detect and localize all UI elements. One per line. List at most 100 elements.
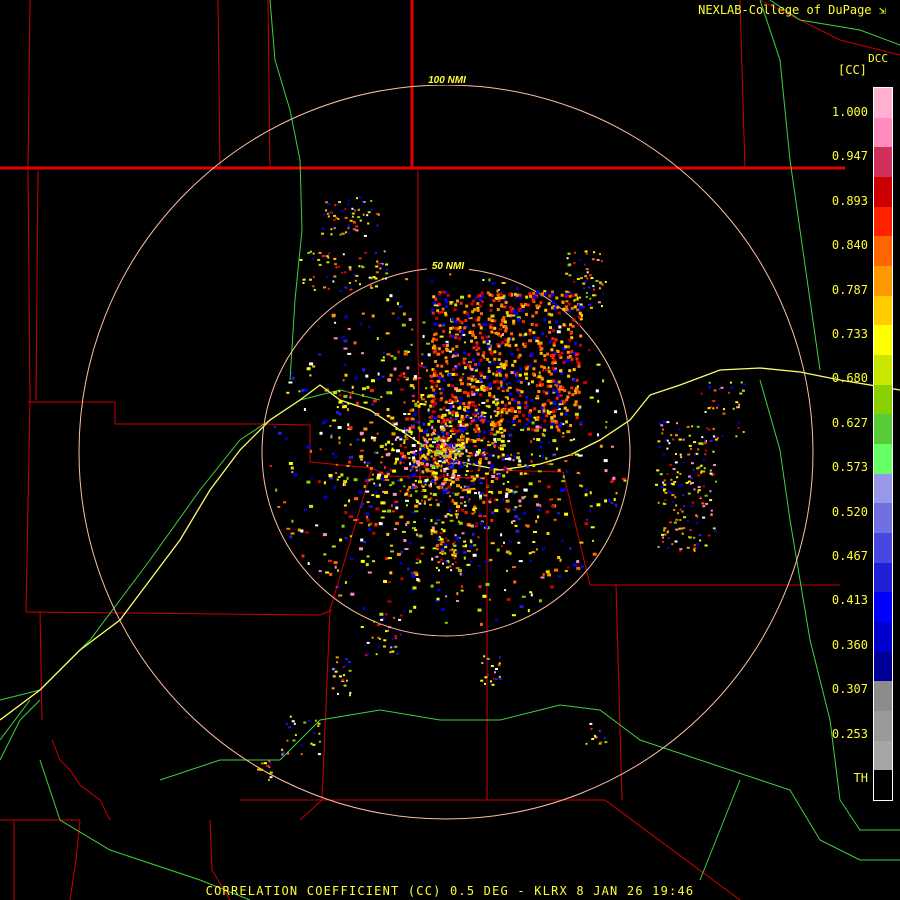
echo-pixel (408, 485, 412, 489)
echo-pixel (385, 332, 390, 335)
echo-pixel (303, 508, 307, 511)
echo-pixel (657, 501, 660, 504)
echo-pixel (456, 505, 460, 509)
echo-pixel (357, 216, 361, 219)
echo-pixel (289, 535, 293, 539)
echo-pixel (425, 369, 428, 372)
echo-pixel (674, 461, 678, 464)
echo-pixel (537, 428, 539, 432)
echo-pixel (420, 552, 424, 555)
echo-pixel (442, 428, 446, 432)
echo-pixel (347, 423, 350, 427)
echo-pixel (702, 470, 706, 473)
echo-pixel (448, 373, 452, 377)
echo-pixel (461, 488, 465, 492)
echo-pixel (455, 389, 459, 393)
echo-pixel (437, 302, 441, 306)
echo-pixel (445, 305, 448, 308)
echo-pixel (559, 558, 562, 562)
echo-pixel (694, 453, 696, 456)
echo-pixel (523, 488, 528, 492)
echo-pixel (335, 266, 338, 269)
echo-pixel (522, 413, 526, 417)
range-ring-label: 50 NMI (432, 261, 464, 272)
echo-pixel (323, 420, 328, 422)
echo-pixel (599, 444, 603, 448)
echo-pixel (713, 389, 717, 392)
echo-pixel (503, 408, 507, 412)
echo-pixel (594, 294, 597, 297)
echo-pixel (454, 456, 457, 458)
echo-pixel (661, 486, 664, 489)
echo-pixel (472, 346, 476, 350)
echo-pixel (596, 503, 601, 507)
echo-pixel (344, 286, 348, 289)
echo-pixel (454, 336, 458, 340)
echo-pixel (444, 621, 448, 624)
echo-pixel (477, 565, 481, 568)
echo-pixel (331, 211, 334, 214)
echo-pixel (705, 449, 707, 452)
echo-pixel (589, 491, 592, 495)
echo-pixel (363, 541, 367, 544)
echo-pixel (597, 399, 600, 403)
echo-pixel (430, 400, 434, 404)
echo-pixel (517, 406, 522, 410)
echo-pixel (493, 440, 497, 443)
echo-pixel (700, 392, 703, 395)
echo-pixel (285, 723, 288, 726)
echo-pixel (449, 448, 454, 451)
echo-pixel (440, 364, 444, 368)
echo-pixel (555, 390, 559, 394)
echo-pixel (518, 410, 521, 414)
echo-pixel (395, 457, 399, 461)
echo-pixel (336, 406, 339, 409)
echo-pixel (299, 258, 303, 261)
echo-pixel (451, 553, 454, 556)
echo-pixel (576, 471, 580, 474)
echo-pixel (477, 467, 481, 469)
echo-pixel (427, 448, 430, 452)
echo-pixel (570, 291, 573, 294)
echo-pixel (483, 357, 486, 360)
echo-pixel (348, 499, 351, 503)
echo-pixel (516, 452, 520, 455)
echo-pixel (565, 398, 569, 402)
echo-pixel (297, 528, 301, 532)
legend-label: TH (853, 771, 868, 785)
echo-pixel (337, 218, 340, 220)
echo-pixel (551, 293, 555, 297)
echo-pixel (680, 456, 683, 459)
echo-pixel (454, 555, 457, 558)
echo-pixel (468, 440, 473, 443)
echo-pixel (332, 668, 335, 671)
echo-pixel (403, 350, 408, 353)
echo-pixel (385, 630, 387, 633)
echo-pixel (345, 658, 349, 661)
echo-pixel (547, 302, 551, 306)
echo-pixel (448, 411, 452, 415)
echo-pixel (421, 499, 424, 502)
echo-pixel (463, 405, 468, 408)
echo-pixel (390, 646, 393, 649)
echo-pixel (474, 492, 477, 495)
echo-pixel (454, 373, 458, 377)
echo-pixel (445, 561, 448, 564)
echo-pixel (585, 291, 588, 294)
echo-pixel (394, 637, 397, 640)
echo-pixel (439, 408, 443, 411)
echo-pixel (437, 415, 441, 418)
echo-pixel (459, 496, 464, 499)
echo-pixel (404, 446, 408, 449)
echo-pixel (540, 423, 543, 427)
radar-map[interactable]: 100 NMI 50 NMI (0, 0, 900, 900)
echo-pixel (479, 453, 484, 456)
county-line (615, 584, 623, 801)
echo-pixel (542, 573, 545, 577)
echo-pixel (490, 680, 492, 683)
echo-pixel (451, 499, 454, 502)
echo-pixel (390, 544, 393, 547)
echo-pixel (729, 381, 732, 384)
echo-pixel (323, 213, 326, 216)
echo-pixel (604, 469, 608, 473)
